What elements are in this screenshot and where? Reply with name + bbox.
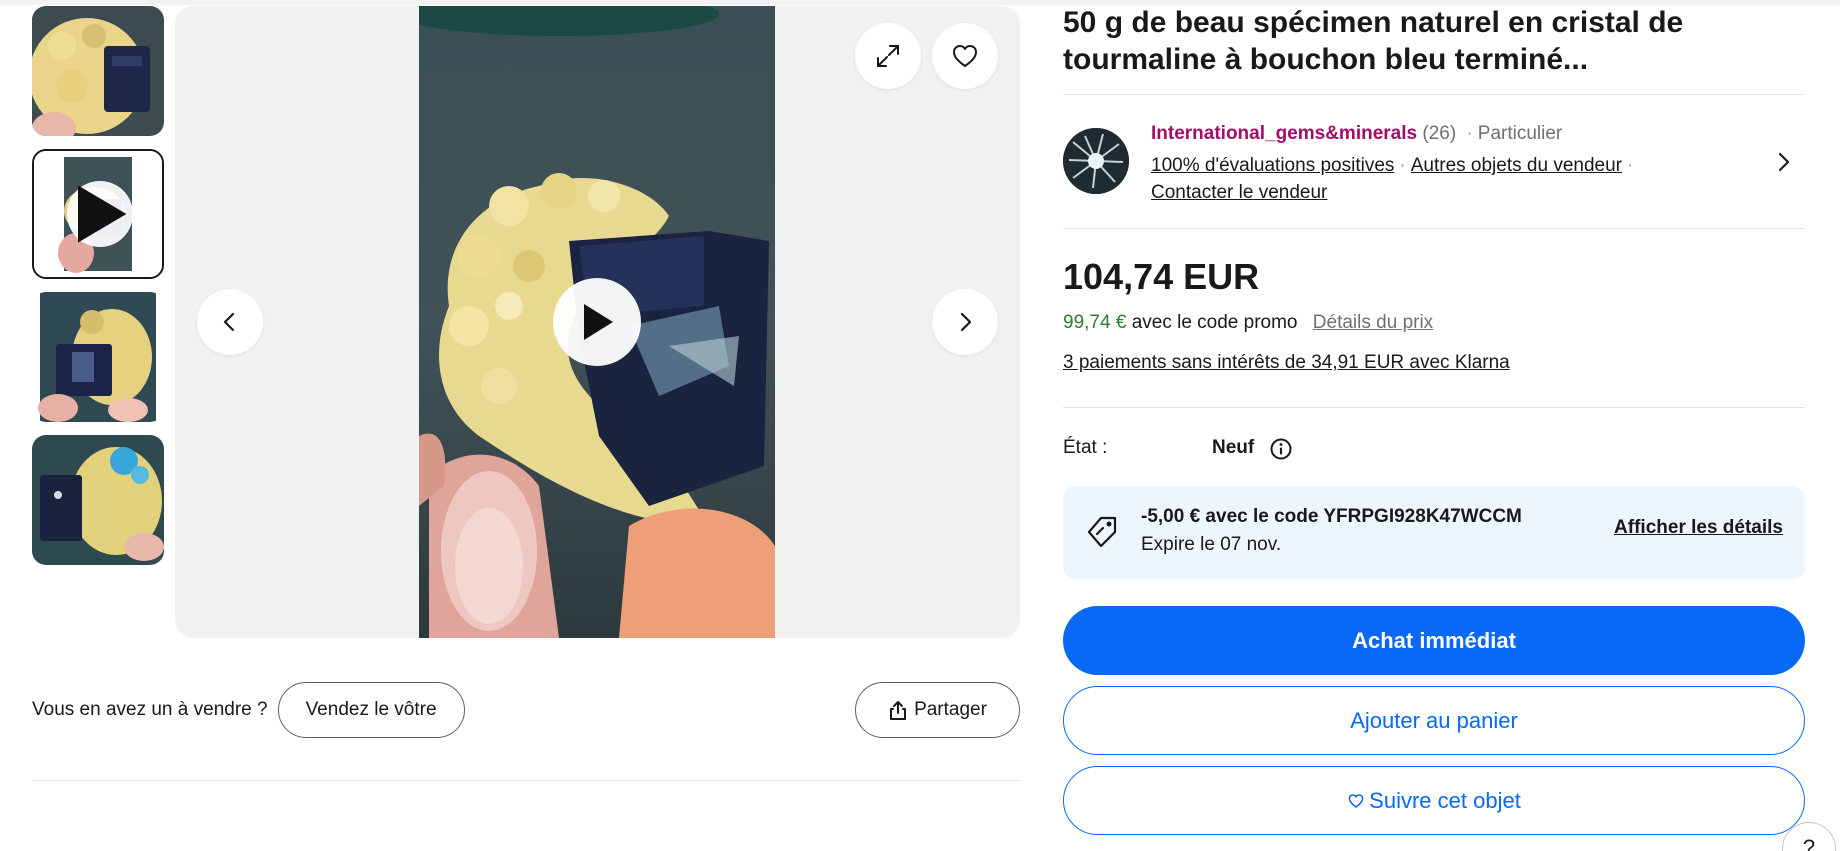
expand-icon: [877, 45, 899, 67]
seller-avatar[interactable]: [1063, 128, 1129, 194]
chevron-right-icon: [960, 312, 972, 332]
thumbnail-4-image: [32, 435, 164, 565]
favorite-button[interactable]: [932, 23, 998, 89]
previous-image-button[interactable]: [197, 289, 263, 355]
seller-avatar-image: [1063, 128, 1129, 194]
separator-dot: ·: [1466, 123, 1473, 144]
contact-seller-link[interactable]: Contacter le vendeur: [1151, 182, 1327, 203]
positive-feedback-link[interactable]: 100% d'évaluations positives: [1151, 155, 1394, 176]
info-icon[interactable]: [1269, 437, 1293, 461]
divider: [1063, 228, 1805, 229]
watch-item-button[interactable]: Suivre cet objet: [1063, 766, 1805, 835]
seller-name-link[interactable]: International_gems&minerals: [1151, 123, 1417, 144]
condition-value: Neuf: [1212, 437, 1255, 458]
media-viewer: [175, 6, 1020, 638]
chevron-left-icon: [223, 312, 235, 332]
other-items-link[interactable]: Autres objets du vendeur: [1411, 155, 1622, 176]
coupon-details-link[interactable]: Afficher les détails: [1614, 517, 1783, 539]
coupon-offer: -5,00 € avec le code YFRPGI928K47WCCM: [1141, 506, 1522, 527]
coupon-banner: -5,00 € avec le code YFRPGI928K47WCCM Ex…: [1063, 486, 1805, 579]
add-to-cart-button[interactable]: Ajouter au panier: [1063, 686, 1805, 755]
next-image-button[interactable]: [932, 289, 998, 355]
divider: [1063, 94, 1805, 95]
promo-text: avec le code promo: [1131, 312, 1298, 333]
promo-price-line: 99,74 € avec le code promo Détails du pr…: [1063, 312, 1433, 334]
thumbnail-3-image: [32, 292, 164, 422]
divider: [32, 780, 1020, 781]
klarna-installments-link[interactable]: 3 paiements sans intérêts de 34,91 EUR a…: [1063, 352, 1510, 374]
listing-title: 50 g de beau spécimen naturel en cristal…: [1063, 6, 1684, 76]
separator-dot: ·: [1626, 155, 1634, 176]
chevron-right-icon[interactable]: [1771, 150, 1795, 174]
thumbnail-2-video[interactable]: [32, 149, 164, 279]
divider: [1063, 407, 1805, 408]
heart-icon: [953, 45, 977, 67]
price-details-link[interactable]: Détails du prix: [1313, 312, 1433, 333]
thumbnail-1-image: [32, 6, 164, 136]
expand-button[interactable]: [855, 23, 921, 89]
heart-icon: [1348, 793, 1364, 808]
promo-price: 99,74 €: [1063, 312, 1127, 333]
coupon-expiry: Expire le 07 nov.: [1141, 534, 1282, 555]
seller-type: Particulier: [1477, 123, 1563, 144]
sell-prompt-row: Vous en avez un à vendre ? Vendez le vôt…: [32, 682, 465, 738]
thumbnail-1[interactable]: [32, 6, 164, 136]
video-play-button[interactable]: [553, 278, 641, 366]
play-icon: [78, 185, 127, 243]
seller-info: International_gems&minerals (26) · Partic…: [1151, 120, 1711, 206]
item-price: 104,74 EUR: [1063, 256, 1260, 297]
seller-card[interactable]: International_gems&minerals (26) · Partic…: [1063, 123, 1805, 203]
seller-feedback-count[interactable]: (26): [1422, 123, 1456, 144]
share-button-label: Partager: [914, 699, 987, 720]
watch-item-label: Suivre cet objet: [1369, 787, 1521, 813]
thumbnail-4[interactable]: [32, 435, 164, 565]
separator-dot: ·: [1399, 155, 1406, 176]
condition-label: État :: [1063, 437, 1108, 458]
buy-now-button[interactable]: Achat immédiat: [1063, 606, 1805, 675]
sell-prompt-text: Vous en avez un à vendre ?: [32, 699, 268, 720]
tag-icon: [1087, 516, 1117, 548]
thumbnail-3[interactable]: [32, 292, 164, 422]
share-button[interactable]: Partager: [855, 682, 1020, 738]
sell-yours-button[interactable]: Vendez le vôtre: [277, 682, 465, 738]
thumbnail-play-button: [67, 181, 133, 247]
share-icon: [890, 701, 907, 720]
play-icon: [584, 304, 613, 340]
